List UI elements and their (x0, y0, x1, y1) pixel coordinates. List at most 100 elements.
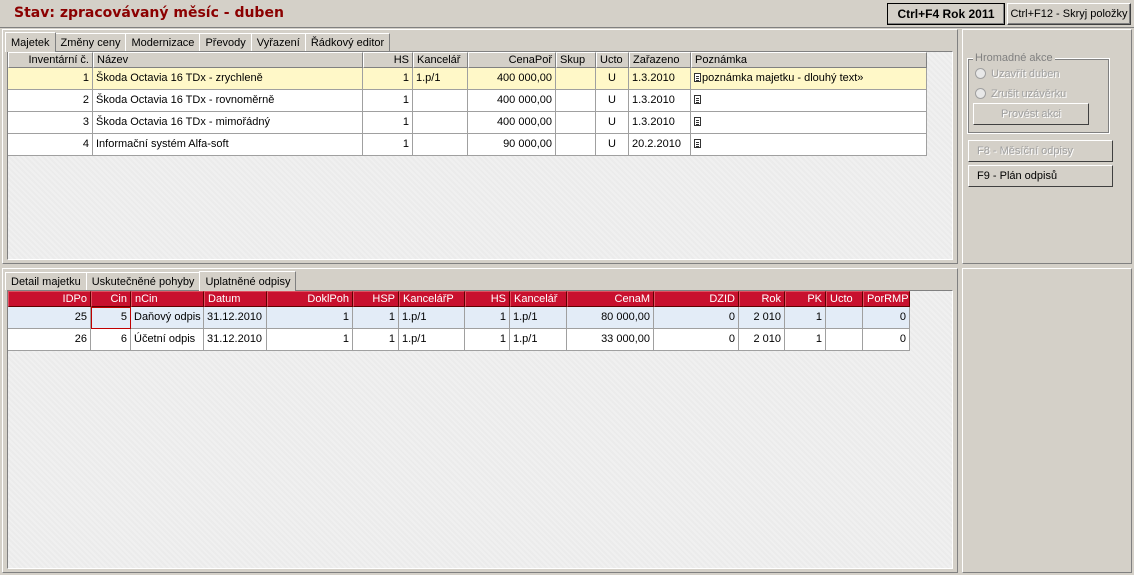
table-row[interactable]: 4 Informační systém Alfa-soft 1 90 000,0… (8, 134, 952, 156)
cell-office[interactable]: 1.p/1 (413, 68, 468, 90)
cell-office[interactable] (413, 112, 468, 134)
cell-hsp[interactable]: 1 (353, 307, 399, 329)
cell-note[interactable]: poznámka majetku - dlouhý text» (691, 68, 927, 90)
cell-hsp[interactable]: 1 (353, 329, 399, 351)
cell-doklpoh[interactable]: 1 (267, 329, 353, 351)
col-cenapor[interactable]: CenaPoř (468, 52, 556, 68)
cell-pk[interactable]: 1 (785, 307, 826, 329)
col-cenam[interactable]: CenaM (567, 291, 654, 307)
cell-hs[interactable]: 1 (363, 112, 413, 134)
col-poznamka[interactable]: Poznámka (691, 52, 927, 68)
cell-hs[interactable]: 1 (363, 134, 413, 156)
cell-dzid[interactable]: 0 (654, 307, 739, 329)
cell-note[interactable] (691, 112, 927, 134)
cell-rok[interactable]: 2 010 (739, 329, 785, 351)
cell-inv[interactable]: 4 (8, 134, 93, 156)
table-row[interactable]: 26 6 Účetní odpis 31.12.2010 1 1 1.p/1 1… (8, 329, 952, 351)
col-ncin[interactable]: nCin (131, 291, 204, 307)
radio-cancel-closing[interactable]: Zrušit uzávěrku (975, 88, 1066, 100)
cell-doklpoh[interactable]: 1 (267, 307, 353, 329)
cell-ncin[interactable]: Účetní odpis (131, 329, 204, 351)
cell-office[interactable]: 1.p/1 (510, 307, 567, 329)
cell-cenam[interactable]: 80 000,00 (567, 307, 654, 329)
table-row[interactable]: 2 Škoda Octavia 16 TDx - rovnoměrně 1 40… (8, 90, 952, 112)
execute-action-button[interactable]: Provést akci (973, 103, 1089, 125)
cell-inv[interactable]: 2 (8, 90, 93, 112)
cell-name[interactable]: Škoda Octavia 16 TDx - rovnoměrně (93, 90, 363, 112)
note-icon[interactable] (694, 95, 701, 104)
cell-ncin[interactable]: Daňový odpis (131, 307, 204, 329)
cell-date[interactable]: 31.12.2010 (204, 329, 267, 351)
col-kancelar[interactable]: Kancelář (413, 52, 468, 68)
col-inventarni[interactable]: Inventární č. (8, 52, 93, 68)
monthly-depreciation-button[interactable]: F8 - Měsíční odpisy (968, 140, 1113, 162)
depreciation-plan-button[interactable]: F9 - Plán odpisů (968, 165, 1113, 187)
col-cin[interactable]: Cin (91, 291, 131, 307)
cell-date[interactable]: 1.3.2010 (629, 112, 691, 134)
cell-inv[interactable]: 3 (8, 112, 93, 134)
cell-price[interactable]: 400 000,00 (468, 90, 556, 112)
cell-cin[interactable]: 6 (91, 329, 131, 351)
col-porrmp[interactable]: PorRMP (863, 291, 910, 307)
cell-price[interactable]: 400 000,00 (468, 68, 556, 90)
col-nazev[interactable]: Název (93, 52, 363, 68)
cell-office[interactable]: 1.p/1 (510, 329, 567, 351)
cell-office[interactable] (413, 90, 468, 112)
tab-prevody[interactable]: Převody (199, 33, 252, 51)
cell-ucto[interactable]: U (596, 68, 629, 90)
cell-hs[interactable]: 1 (465, 329, 510, 351)
cell-note[interactable] (691, 90, 927, 112)
cell-office[interactable] (413, 134, 468, 156)
cell-price[interactable]: 400 000,00 (468, 112, 556, 134)
cell-cenam[interactable]: 33 000,00 (567, 329, 654, 351)
cell-inv[interactable]: 1 (8, 68, 93, 90)
cell-name[interactable]: Informační systém Alfa-soft (93, 134, 363, 156)
cell-note[interactable] (691, 134, 927, 156)
col-ucto[interactable]: Ucto (826, 291, 863, 307)
cell-porrmp[interactable]: 0 (863, 329, 910, 351)
cell-hs[interactable]: 1 (465, 307, 510, 329)
col-rok[interactable]: Rok (739, 291, 785, 307)
radio-icon[interactable] (975, 88, 986, 99)
cell-ucto[interactable] (826, 307, 863, 329)
cell-date[interactable]: 31.12.2010 (204, 307, 267, 329)
col-skup[interactable]: Skup (556, 52, 596, 68)
tab-radkovy-editor[interactable]: Řádkový editor (304, 33, 391, 51)
year-button[interactable]: Ctrl+F4 Rok 2011 (887, 3, 1005, 25)
cell-porrmp[interactable]: 0 (863, 307, 910, 329)
cell-idpo[interactable]: 25 (8, 307, 91, 329)
col-pk[interactable]: PK (785, 291, 826, 307)
cell-dzid[interactable]: 0 (654, 329, 739, 351)
cell-date[interactable]: 20.2.2010 (629, 134, 691, 156)
radio-close-month[interactable]: Uzavřít duben (975, 68, 1059, 80)
cell-pk[interactable]: 1 (785, 329, 826, 351)
cell-hs[interactable]: 1 (363, 68, 413, 90)
cell-group[interactable] (556, 112, 596, 134)
col-ucto[interactable]: Ucto (596, 52, 629, 68)
table-row[interactable]: 25 5 Daňový odpis 31.12.2010 1 1 1.p/1 1… (8, 307, 952, 329)
cell-group[interactable] (556, 68, 596, 90)
hide-items-button[interactable]: Ctrl+F12 - Skryj položky (1007, 3, 1131, 25)
radio-icon[interactable] (975, 68, 986, 79)
tab-zmeny-ceny[interactable]: Změny ceny (54, 33, 127, 51)
col-hs[interactable]: HS (465, 291, 510, 307)
col-datum[interactable]: Datum (204, 291, 267, 307)
cell-price[interactable]: 90 000,00 (468, 134, 556, 156)
cell-hs[interactable]: 1 (363, 90, 413, 112)
cell-name[interactable]: Škoda Octavia 16 TDx - mimořádný (93, 112, 363, 134)
tab-uskutecnene-pohyby[interactable]: Uskutečněné pohyby (85, 272, 201, 290)
cell-date[interactable]: 1.3.2010 (629, 90, 691, 112)
cell-ucto[interactable] (826, 329, 863, 351)
table-row[interactable]: 3 Škoda Octavia 16 TDx - mimořádný 1 400… (8, 112, 952, 134)
col-hsp[interactable]: HSP (353, 291, 399, 307)
note-icon[interactable] (694, 73, 701, 82)
col-doklpoh[interactable]: DoklPoh (267, 291, 353, 307)
cell-ucto[interactable]: U (596, 134, 629, 156)
cell-officep[interactable]: 1.p/1 (399, 329, 465, 351)
cell-rok[interactable]: 2 010 (739, 307, 785, 329)
tab-modernizace[interactable]: Modernizace (125, 33, 201, 51)
cell-ucto[interactable]: U (596, 90, 629, 112)
col-hs[interactable]: HS (363, 52, 413, 68)
cell-cin[interactable]: 5 (91, 307, 131, 329)
tab-majetek[interactable]: Majetek (5, 32, 56, 52)
